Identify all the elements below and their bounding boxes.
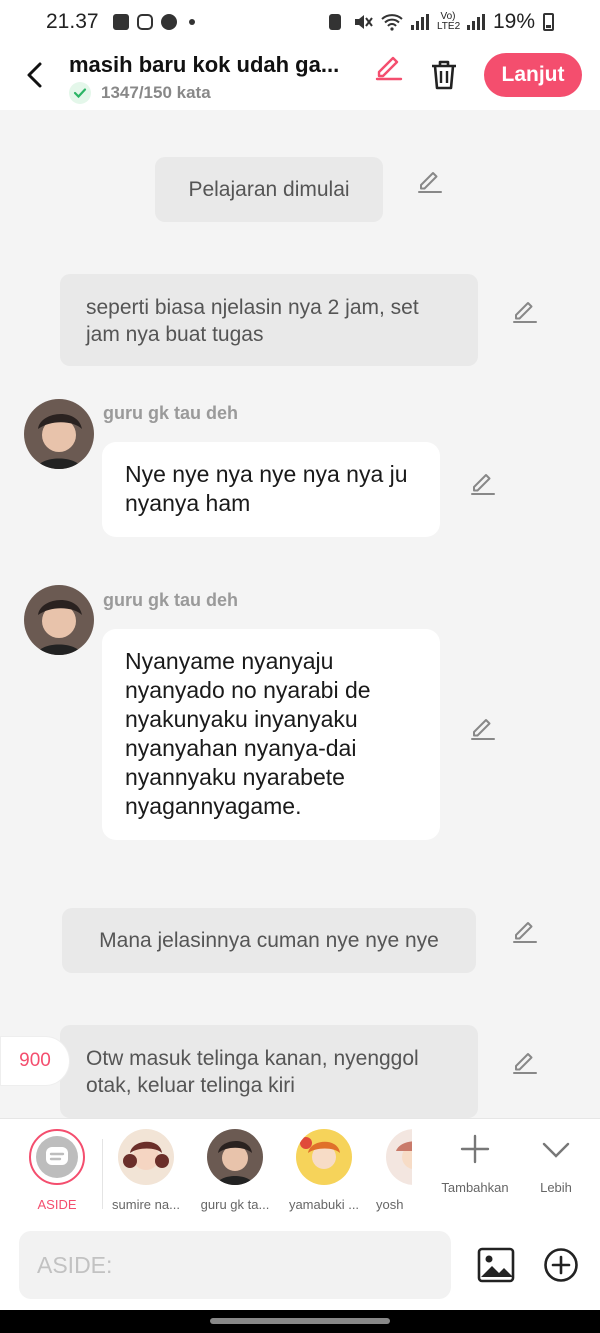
signal-icon bbox=[410, 14, 429, 30]
status-time: 21.37 bbox=[46, 10, 99, 33]
add-label: Tambahkan bbox=[441, 1180, 509, 1195]
instagram-icon bbox=[136, 14, 153, 30]
character-bar: ASIDE sumire na... guru gk ta... yamabuk… bbox=[0, 1118, 600, 1220]
check-icon bbox=[69, 82, 91, 104]
aside-avatar bbox=[29, 1129, 85, 1185]
narration-message[interactable]: seperti biasa njelasin nya 2 jam, set ja… bbox=[60, 274, 478, 366]
edit-message-icon[interactable] bbox=[511, 1047, 539, 1075]
message-text: Nyanyame nyanyaju nyanyado no nyarabi de… bbox=[125, 648, 371, 819]
next-button[interactable]: Lanjut bbox=[484, 53, 582, 97]
narration-text: Mana jelasinnya cuman nye nye nye bbox=[99, 929, 439, 952]
narration-text: Otw masuk telinga kanan, nyenggol otak, … bbox=[86, 1047, 419, 1097]
character-label: sumire na... bbox=[112, 1197, 180, 1212]
back-arrow-icon[interactable] bbox=[20, 58, 50, 92]
character-avatar bbox=[296, 1129, 352, 1185]
character-message[interactable]: Nye nye nya nye nya nya ju nyanya ham bbox=[102, 442, 440, 537]
plus-icon bbox=[460, 1134, 490, 1164]
narration-text: seperti biasa njelasin nya 2 jam, set ja… bbox=[86, 296, 419, 346]
home-indicator[interactable] bbox=[210, 1318, 390, 1324]
more-button[interactable]: Lebih bbox=[526, 1133, 586, 1195]
add-character-button[interactable]: Tambahkan bbox=[436, 1133, 514, 1195]
signal-icon-2 bbox=[466, 14, 485, 30]
header: masih baru kok udah ga... 1347/150 kata … bbox=[0, 44, 600, 110]
add-circle-icon[interactable] bbox=[543, 1247, 579, 1283]
trash-icon[interactable] bbox=[428, 58, 460, 92]
image-icon[interactable] bbox=[477, 1247, 515, 1283]
character-avatar bbox=[386, 1129, 412, 1185]
edit-message-icon[interactable] bbox=[511, 916, 539, 944]
system-nav-bar bbox=[0, 1310, 600, 1333]
more-label: Lebih bbox=[540, 1180, 572, 1195]
more-notifications-icon bbox=[188, 19, 195, 25]
character-item[interactable]: guru gk ta... bbox=[193, 1129, 277, 1212]
notification-icon bbox=[112, 14, 129, 30]
character-avatar bbox=[207, 1129, 263, 1185]
character-avatar[interactable] bbox=[24, 399, 94, 469]
story-title[interactable]: masih baru kok udah ga... bbox=[69, 52, 359, 78]
narration-message[interactable]: Otw masuk telinga kanan, nyenggol otak, … bbox=[60, 1025, 478, 1118]
character-item-clipped[interactable]: yosh bbox=[370, 1119, 412, 1221]
signal-label: Vo) LTE2 bbox=[436, 11, 461, 32]
edit-message-icon[interactable] bbox=[469, 713, 497, 741]
character-label: guru gk ta... bbox=[200, 1197, 270, 1212]
alarm-icon bbox=[328, 14, 341, 30]
battery-icon bbox=[543, 13, 554, 31]
message-input[interactable] bbox=[19, 1231, 451, 1299]
edit-message-icon[interactable] bbox=[469, 468, 497, 496]
divider bbox=[102, 1139, 103, 1209]
edit-message-icon[interactable] bbox=[416, 166, 444, 194]
character-name: guru gk tau deh bbox=[103, 403, 238, 423]
mute-icon bbox=[354, 15, 373, 29]
wifi-icon bbox=[381, 14, 403, 31]
word-count-text: 1347/150 kata bbox=[101, 83, 211, 102]
character-avatar[interactable] bbox=[24, 585, 94, 655]
character-avatar bbox=[118, 1129, 174, 1185]
narration-message[interactable]: Pelajaran dimulai bbox=[155, 157, 383, 222]
character-label: yosh bbox=[376, 1197, 404, 1212]
app-icon bbox=[160, 14, 177, 30]
battery-percent: 19% bbox=[492, 10, 535, 33]
character-item[interactable]: sumire na... bbox=[104, 1129, 188, 1212]
character-item[interactable]: yamabuki ... bbox=[282, 1129, 366, 1212]
character-name: guru gk tau deh bbox=[103, 590, 238, 610]
counter-badge[interactable]: 900 bbox=[0, 1036, 70, 1086]
input-row bbox=[0, 1220, 600, 1310]
character-label: yamabuki ... bbox=[288, 1197, 360, 1212]
character-message[interactable]: Nyanyame nyanyaju nyanyado no nyarabi de… bbox=[102, 629, 440, 840]
chevron-down-icon bbox=[542, 1142, 570, 1158]
character-item-aside[interactable]: ASIDE bbox=[15, 1129, 99, 1212]
word-count: 1347/150 kata bbox=[69, 82, 211, 104]
edit-title-icon[interactable] bbox=[373, 50, 405, 82]
chat-area[interactable]: Pelajaran dimulai seperti biasa njelasin… bbox=[0, 110, 600, 1118]
narration-text: Pelajaran dimulai bbox=[188, 178, 350, 201]
narration-message[interactable]: Mana jelasinnya cuman nye nye nye bbox=[62, 908, 476, 973]
character-label: ASIDE bbox=[37, 1197, 77, 1212]
edit-message-icon[interactable] bbox=[511, 296, 539, 324]
status-bar: 21.37 Vo) LTE2 19% bbox=[0, 0, 600, 44]
character-item[interactable]: yosh bbox=[370, 1129, 412, 1212]
message-text: Nye nye nya nye nya nya ju nyanya ham bbox=[125, 461, 408, 516]
